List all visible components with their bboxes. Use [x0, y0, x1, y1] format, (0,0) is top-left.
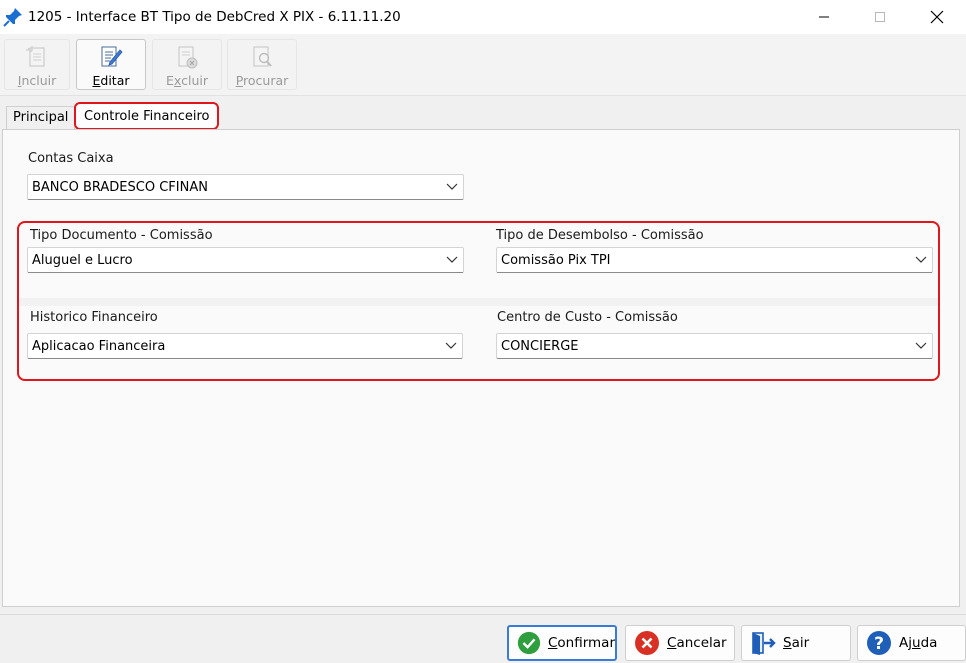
centro-custo-select[interactable]: CONCIERGE	[496, 333, 933, 359]
help-circle-icon: ?	[867, 631, 891, 655]
excluir-button[interactable]: Excluir	[152, 39, 222, 90]
bottom-action-bar: Confirmar Cancelar Sair ? Ajuda	[0, 614, 966, 663]
chevron-down-icon	[441, 176, 463, 198]
tipo-documento-select[interactable]: Aluguel e Lucro	[27, 247, 464, 273]
incluir-label: Incluir	[17, 73, 57, 88]
incluir-button[interactable]: Incluir	[4, 39, 70, 90]
chevron-down-icon	[910, 249, 932, 271]
new-document-icon	[26, 46, 45, 67]
chevron-down-icon	[440, 335, 462, 357]
historico-financeiro-select[interactable]: Aplicacao Financeira	[27, 333, 463, 359]
maximize-icon	[875, 12, 885, 22]
delete-document-icon	[178, 46, 198, 69]
centro-custo-label: Centro de Custo - Comissão	[497, 310, 678, 325]
exit-door-icon	[752, 632, 776, 655]
tab-controle-financeiro[interactable]: Controle Financeiro	[74, 102, 220, 130]
procurar-label: Procurar	[235, 73, 289, 88]
historico-financeiro-value: Aplicacao Financeira	[32, 338, 166, 354]
tipo-desembolso-select[interactable]: Comissão Pix TPI	[496, 247, 933, 273]
minimize-button[interactable]	[801, 0, 847, 34]
cancelar-button[interactable]: Cancelar	[625, 625, 735, 661]
tab-principal[interactable]: Principal	[6, 106, 76, 130]
ajuda-label: Ajuda	[899, 635, 938, 651]
tipo-desembolso-label: Tipo de Desembolso - Comissão	[496, 228, 704, 243]
chevron-down-icon	[910, 335, 932, 357]
centro-custo-value: CONCIERGE	[501, 338, 579, 354]
close-icon	[930, 10, 944, 24]
historico-financeiro-label: Historico Financeiro	[30, 310, 158, 325]
tipo-documento-label: Tipo Documento - Comissão	[30, 228, 213, 243]
procurar-button[interactable]: Procurar	[227, 39, 297, 90]
tipo-documento-value: Aluguel e Lucro	[32, 252, 133, 268]
cancel-circle-icon	[635, 631, 659, 655]
svg-text:?: ?	[874, 634, 884, 654]
tipo-desembolso-value: Comissão Pix TPI	[501, 252, 611, 268]
edit-document-icon	[101, 46, 123, 67]
contas-caixa-value: BANCO BRADESCO CFINAN	[32, 179, 208, 195]
minimize-icon	[819, 16, 829, 18]
title-bar: 1205 - Interface BT Tipo de DebCred X PI…	[0, 0, 966, 34]
confirmar-label: Confirmar	[547, 635, 615, 651]
ajuda-button[interactable]: ? Ajuda	[857, 625, 966, 661]
cancelar-label: Cancelar	[667, 635, 727, 651]
editar-label: Editar	[92, 73, 130, 88]
window-title: 1205 - Interface BT Tipo de DebCred X PI…	[28, 9, 401, 25]
close-button[interactable]	[914, 0, 960, 34]
tab-strip: Principal Controle Financeiro	[0, 100, 966, 130]
editar-button[interactable]: Editar	[76, 39, 146, 90]
search-document-icon	[253, 46, 272, 67]
contas-caixa-label: Contas Caixa	[28, 151, 114, 166]
toolbar: Incluir Editar Excluir Procurar	[0, 34, 966, 96]
check-circle-icon	[517, 631, 541, 655]
pushpin-icon	[3, 8, 22, 27]
sair-button[interactable]: Sair	[741, 625, 851, 661]
sair-label: Sair	[783, 635, 810, 651]
confirmar-button[interactable]: Confirmar	[507, 625, 617, 661]
excluir-label: Excluir	[166, 73, 208, 88]
contas-caixa-select[interactable]: BANCO BRADESCO CFINAN	[27, 174, 464, 200]
chevron-down-icon	[441, 249, 463, 271]
maximize-button[interactable]	[857, 0, 903, 34]
